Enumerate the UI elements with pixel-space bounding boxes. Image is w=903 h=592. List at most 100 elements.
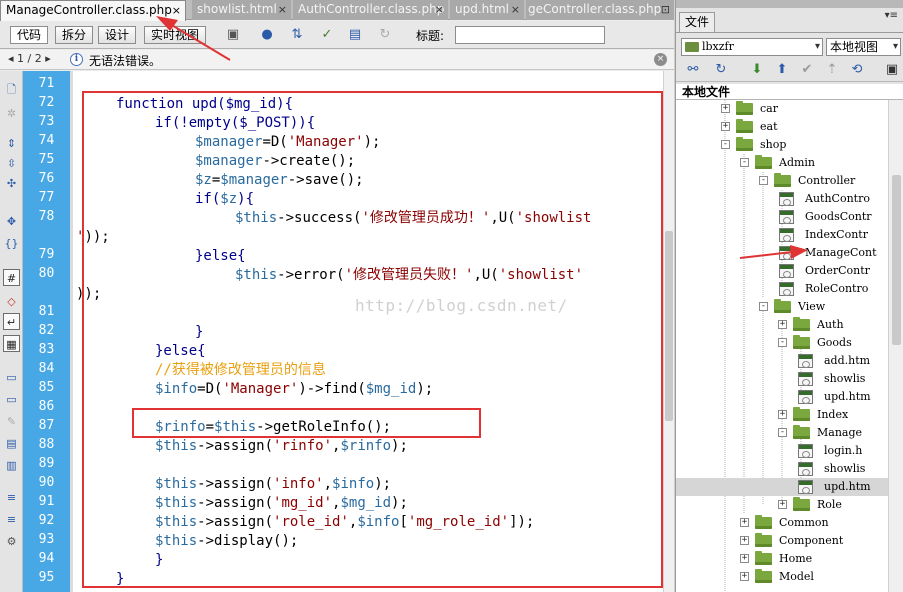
word-wrap-icon[interactable]: ↵: [3, 313, 20, 330]
split-view-button[interactable]: 拆分: [55, 26, 94, 44]
expand-icon[interactable]: +: [721, 104, 730, 113]
tree-folder[interactable]: - Controller: [676, 172, 888, 190]
collapse-icon[interactable]: -: [721, 140, 730, 149]
tree-file[interactable]: AuthContro: [676, 190, 888, 208]
tree-file[interactable]: GoodsContr: [676, 208, 888, 226]
tree-file[interactable]: ManageCont: [676, 244, 888, 262]
remove-comment-icon[interactable]: ▭: [3, 391, 20, 408]
tree-folder[interactable]: + Common: [676, 514, 888, 532]
expand-icon[interactable]: +: [740, 572, 749, 581]
view-select[interactable]: 本地视图 ▾: [826, 38, 901, 56]
files-tab[interactable]: 文件: [679, 12, 716, 32]
close-icon[interactable]: ×: [278, 0, 287, 19]
close-icon[interactable]: ×: [172, 1, 181, 20]
connect-icon[interactable]: ⚯: [684, 61, 702, 79]
tree-file[interactable]: showlis: [676, 370, 888, 388]
check-out-icon[interactable]: ✔: [798, 61, 816, 79]
syntax-coloring-icon[interactable]: ▦: [3, 335, 20, 352]
expand-icon[interactable]: +: [740, 536, 749, 545]
collapse-icon[interactable]: -: [778, 428, 787, 437]
expand-icon[interactable]: +: [778, 320, 787, 329]
get-files-icon[interactable]: ⬇: [748, 61, 766, 79]
tree-file[interactable]: showlis: [676, 460, 888, 478]
expand-icon[interactable]: +: [778, 410, 787, 419]
tree-file[interactable]: login.h: [676, 442, 888, 460]
collapse-icon[interactable]: -: [778, 338, 787, 347]
expand-icon[interactable]: +: [778, 500, 787, 509]
tree-folder[interactable]: + Model: [676, 568, 888, 586]
title-input[interactable]: [455, 26, 605, 44]
tab-upd[interactable]: upd.html ×: [450, 0, 524, 20]
expand-icon[interactable]: +: [721, 122, 730, 131]
site-select[interactable]: lbxzfr ▾: [681, 38, 823, 56]
format-source-icon[interactable]: ⚙: [3, 533, 20, 550]
tab-managecontroller[interactable]: ManageController.class.php ×: [0, 0, 186, 21]
live-view-button[interactable]: 实时视图: [144, 26, 207, 44]
tree-folder[interactable]: + car: [676, 100, 888, 118]
panel-gripper[interactable]: [676, 0, 903, 8]
line-numbers-icon[interactable]: #: [3, 269, 20, 286]
recent-snippets-icon[interactable]: ▤: [3, 435, 20, 452]
multiscreen-icon[interactable]: ▣: [224, 26, 242, 44]
open-documents-icon[interactable]: 🗋: [3, 81, 20, 98]
indent-icon[interactable]: ≡: [3, 489, 20, 506]
collapse-icon[interactable]: -: [759, 302, 768, 311]
tree-scrollbar[interactable]: [888, 100, 903, 592]
collapse-icon[interactable]: -: [740, 158, 749, 167]
show-code-navigator-icon[interactable]: ✲: [3, 105, 20, 122]
apply-comment-icon[interactable]: ▭: [3, 369, 20, 386]
panel-menu-icon[interactable]: ▾≡: [885, 10, 898, 21]
tree-file[interactable]: add.htm: [676, 352, 888, 370]
tree-file[interactable]: upd.htm: [676, 478, 888, 496]
code-view-button[interactable]: 代码: [10, 26, 49, 44]
expand-panel-icon[interactable]: ▣: [883, 61, 901, 79]
editor-scrollbar[interactable]: [663, 71, 674, 592]
expand-icon[interactable]: +: [740, 518, 749, 527]
code-view[interactable]: function upd($mg_id){ if(!empty($_POST))…: [73, 71, 663, 592]
tree-folder[interactable]: - Manage: [676, 424, 888, 442]
collapse-icon[interactable]: -: [759, 176, 768, 185]
expand-all-icon[interactable]: ✣: [3, 175, 20, 192]
refresh-icon[interactable]: ↻: [712, 61, 730, 79]
tree-folder[interactable]: + Index: [676, 406, 888, 424]
scrollbar-thumb[interactable]: [665, 231, 673, 421]
close-icon[interactable]: ×: [511, 0, 520, 19]
check-browser-icon[interactable]: ▤: [346, 26, 364, 44]
balance-braces-icon[interactable]: {}: [3, 235, 20, 252]
synchronize-icon[interactable]: ⟲: [848, 61, 866, 79]
close-icon[interactable]: ×: [654, 53, 667, 66]
tree-folder[interactable]: + Component: [676, 532, 888, 550]
collapse-tag-icon[interactable]: ⇕: [3, 135, 20, 152]
move-css-icon[interactable]: ▥: [3, 457, 20, 474]
tree-folder[interactable]: + Auth: [676, 316, 888, 334]
file-transfer-icon[interactable]: ⇅: [288, 26, 306, 44]
expand-icon[interactable]: +: [740, 554, 749, 563]
wrap-tag-icon[interactable]: ✎: [3, 413, 20, 430]
scrollbar-thumb[interactable]: [892, 175, 901, 345]
highlight-invalid-code-icon[interactable]: ◇: [3, 293, 20, 310]
collapse-selection-icon[interactable]: ⇳: [3, 155, 20, 172]
tree-folder[interactable]: - shop: [676, 136, 888, 154]
tree-folder[interactable]: + Role: [676, 496, 888, 514]
tree-file[interactable]: upd.htm: [676, 388, 888, 406]
check-in-icon[interactable]: ⇡: [823, 61, 841, 79]
tree-folder[interactable]: - View: [676, 298, 888, 316]
tree-file[interactable]: IndexContr: [676, 226, 888, 244]
error-pager[interactable]: ◂ 1 / 2 ▸: [8, 52, 51, 65]
tree-file[interactable]: OrderContr: [676, 262, 888, 280]
select-parent-tag-icon[interactable]: ✥: [3, 213, 20, 230]
tab-overflow[interactable]: geController.class.php ⊡: [526, 0, 674, 20]
outdent-icon[interactable]: ≡: [3, 511, 20, 528]
design-view-button[interactable]: 设计: [98, 26, 137, 44]
tab-authcontroller[interactable]: AuthController.class.php ×: [293, 0, 448, 20]
tab-showlist[interactable]: showlist.html ×: [192, 0, 291, 20]
globe-icon[interactable]: ●: [258, 26, 276, 44]
tree-file[interactable]: RoleContro: [676, 280, 888, 298]
validate-icon[interactable]: ✓: [318, 26, 336, 44]
put-files-icon[interactable]: ⬆: [773, 61, 791, 79]
refresh-icon[interactable]: ↻: [376, 26, 394, 44]
tree-folder[interactable]: + eat: [676, 118, 888, 136]
tree-folder[interactable]: - Admin: [676, 154, 888, 172]
restore-icon[interactable]: ⊡: [661, 0, 670, 19]
close-icon[interactable]: ×: [435, 0, 444, 19]
